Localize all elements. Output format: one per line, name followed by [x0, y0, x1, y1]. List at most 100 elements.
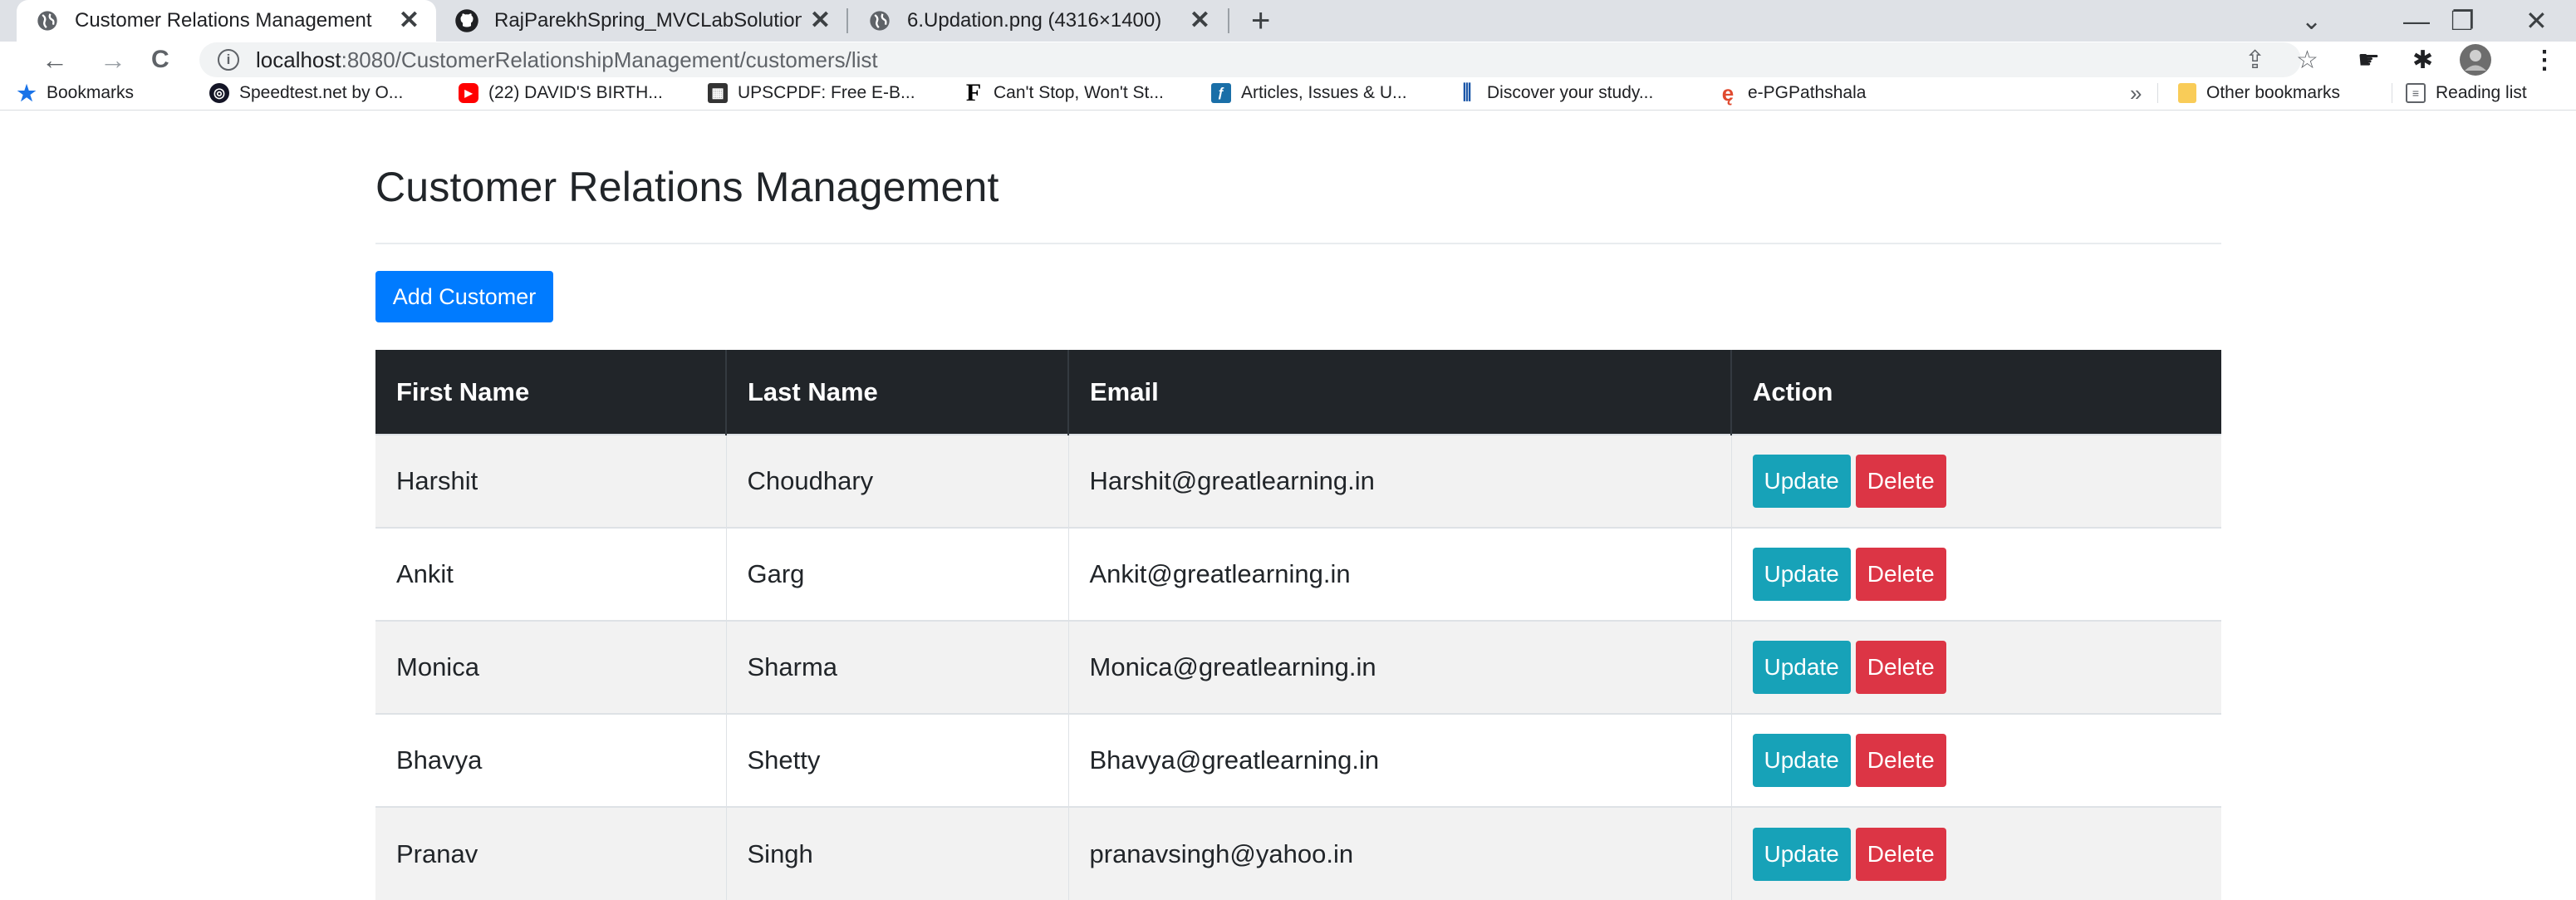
- chrome-menu-icon[interactable]: ⋮: [2532, 42, 2557, 78]
- bookmark-cant-stop[interactable]: F Can't Stop, Won't St...: [964, 78, 1164, 108]
- bookmark-label: (22) DAVID'S BIRTH...: [488, 83, 663, 102]
- column-header-action: Action: [1731, 350, 2221, 435]
- cell-first-name: Ankit: [375, 527, 727, 621]
- tab-strip: Customer Relations Management ✕ RajParek…: [0, 0, 2576, 42]
- bookmark-bookmarks[interactable]: ★ Bookmarks: [17, 78, 134, 108]
- table-row: Monica Sharma Monica@greatlearning.in Up…: [375, 620, 2221, 714]
- bookmark-separator: [2157, 83, 2158, 103]
- cell-action: Update Delete: [1731, 527, 2221, 621]
- site-info-icon[interactable]: i: [218, 49, 239, 71]
- bookmark-upscpdf[interactable]: ▦ UPSCPDF: Free E-B...: [708, 78, 915, 108]
- address-url: localhost:8080/CustomerRelationshipManag…: [256, 47, 878, 73]
- bookmark-label: Other bookmarks: [2206, 83, 2341, 102]
- cell-first-name: Harshit: [375, 434, 727, 528]
- bookmarks-bar: ★ Bookmarks ◎ Speedtest.net by O... ▶ (2…: [0, 78, 2576, 111]
- bookmark-discover[interactable]: ⫼ Discover your study...: [1457, 78, 1653, 108]
- bookmark-label: e-PGPathshala: [1748, 83, 1867, 102]
- folder-icon: [2178, 83, 2196, 103]
- add-customer-button[interactable]: Add Customer: [375, 271, 553, 322]
- globe-icon: [35, 8, 60, 33]
- cell-first-name: Bhavya: [375, 713, 727, 807]
- delete-button[interactable]: Delete: [1855, 455, 1946, 508]
- bookmark-youtube[interactable]: ▶ (22) DAVID'S BIRTH...: [459, 78, 663, 108]
- tab-updation-png[interactable]: 6.Updation.png (4316×1400) ✕: [849, 0, 1227, 42]
- cell-last-name: Choudhary: [726, 434, 1069, 528]
- bookmark-articles[interactable]: ƒ Articles, Issues & U...: [1211, 78, 1407, 108]
- delete-button[interactable]: Delete: [1855, 827, 1946, 881]
- delete-button[interactable]: Delete: [1855, 734, 1946, 787]
- close-tab-icon[interactable]: ✕: [1190, 8, 1210, 33]
- cell-email: pranavsingh@yahoo.in: [1068, 806, 1732, 900]
- column-header-email: Email: [1068, 350, 1732, 435]
- bookmark-label: UPSCPDF: Free E-B...: [738, 83, 915, 102]
- close-window-button[interactable]: ✕: [2525, 0, 2548, 42]
- upscpdf-icon: ▦: [708, 83, 728, 103]
- tab-customer-relations[interactable]: Customer Relations Management ✕: [17, 0, 436, 42]
- reload-button[interactable]: C: [151, 42, 169, 78]
- tab-title: Customer Relations Management: [75, 9, 372, 32]
- delete-button[interactable]: Delete: [1855, 641, 1946, 694]
- restore-button[interactable]: ❐: [2451, 0, 2475, 42]
- cell-action: Update Delete: [1731, 620, 2221, 714]
- new-tab-button[interactable]: +: [1251, 0, 1270, 42]
- cell-email: Monica@greatlearning.in: [1068, 620, 1732, 714]
- cell-email: Ankit@greatlearning.in: [1068, 527, 1732, 621]
- close-tab-icon[interactable]: ✕: [810, 8, 831, 33]
- tab-separator: [1228, 8, 1229, 33]
- profile-avatar[interactable]: [2459, 42, 2492, 78]
- update-button[interactable]: Update: [1752, 455, 1851, 508]
- tab-separator: [846, 8, 848, 33]
- cell-action: Update Delete: [1731, 713, 2221, 807]
- cell-first-name: Monica: [375, 620, 727, 714]
- minimize-button[interactable]: —: [2403, 0, 2430, 42]
- address-host: localhost: [256, 47, 341, 72]
- tab-search-dropdown[interactable]: ⌄: [2301, 0, 2322, 42]
- tab-title: 6.Updation.png (4316×1400): [907, 9, 1162, 32]
- browser-toolbar: ← → C i localhost:8080/CustomerRelations…: [0, 42, 2576, 78]
- close-tab-icon[interactable]: ✕: [399, 8, 420, 33]
- bookmark-label: Can't Stop, Won't St...: [994, 83, 1164, 102]
- address-path: :8080/CustomerRelationshipManagement/cus…: [341, 47, 878, 72]
- delete-button[interactable]: Delete: [1855, 548, 1946, 601]
- cell-email: Bhavya@greatlearning.in: [1068, 713, 1732, 807]
- table-row: Harshit Choudhary Harshit@greatlearning.…: [375, 434, 2221, 528]
- update-button[interactable]: Update: [1752, 734, 1851, 787]
- epg-icon: ę: [1721, 80, 1735, 106]
- share-icon[interactable]: ⇪: [2245, 42, 2265, 78]
- puzzle-extensions-icon[interactable]: ✱: [2412, 42, 2433, 78]
- tab-github[interactable]: RajParekhSpring_MVCLabSolution ✕: [436, 0, 847, 42]
- update-button[interactable]: Update: [1752, 641, 1851, 694]
- globe-icon: [867, 8, 892, 33]
- github-icon: [454, 8, 479, 33]
- cell-action: Update Delete: [1731, 806, 2221, 900]
- back-button[interactable]: ←: [42, 42, 68, 78]
- bookmark-epgpathshala[interactable]: ę e-PGPathshala: [1718, 78, 1867, 108]
- extension-icon[interactable]: ☛: [2358, 42, 2380, 78]
- customer-table: First Name Last Name Email Action Harshi…: [375, 350, 2221, 900]
- bookmarks-overflow-button[interactable]: »: [2130, 78, 2142, 108]
- update-button[interactable]: Update: [1752, 827, 1851, 881]
- cell-last-name: Garg: [726, 527, 1069, 621]
- forward-button[interactable]: →: [100, 42, 126, 78]
- f-logo-icon: F: [965, 79, 982, 106]
- star-icon: ★: [17, 80, 37, 106]
- bookmark-other-bookmarks[interactable]: Other bookmarks: [2178, 78, 2340, 108]
- bookmark-label: Reading list: [2436, 83, 2527, 102]
- column-header-last-name: Last Name: [726, 350, 1069, 435]
- table-header-row: First Name Last Name Email Action: [375, 350, 2221, 435]
- reading-list-button[interactable]: ≡ Reading list: [2406, 78, 2527, 108]
- cell-last-name: Sharma: [726, 620, 1069, 714]
- bookmark-star-icon[interactable]: ☆: [2296, 42, 2318, 78]
- bookmark-speedtest[interactable]: ◎ Speedtest.net by O...: [209, 78, 403, 108]
- title-divider: [375, 243, 2221, 244]
- column-header-first-name: First Name: [375, 350, 727, 435]
- cell-last-name: Shetty: [726, 713, 1069, 807]
- address-bar[interactable]: i localhost:8080/CustomerRelationshipMan…: [199, 42, 2301, 77]
- page-title: Customer Relations Management: [375, 164, 999, 210]
- bookmark-label: Discover your study...: [1487, 83, 1654, 102]
- table-row: Bhavya Shetty Bhavya@greatlearning.in Up…: [375, 713, 2221, 807]
- youtube-icon: ▶: [459, 83, 478, 103]
- update-button[interactable]: Update: [1752, 548, 1851, 601]
- tab-title: RajParekhSpring_MVCLabSolution: [494, 9, 802, 32]
- table-row: Pranav Singh pranavsingh@yahoo.in Update…: [375, 806, 2221, 900]
